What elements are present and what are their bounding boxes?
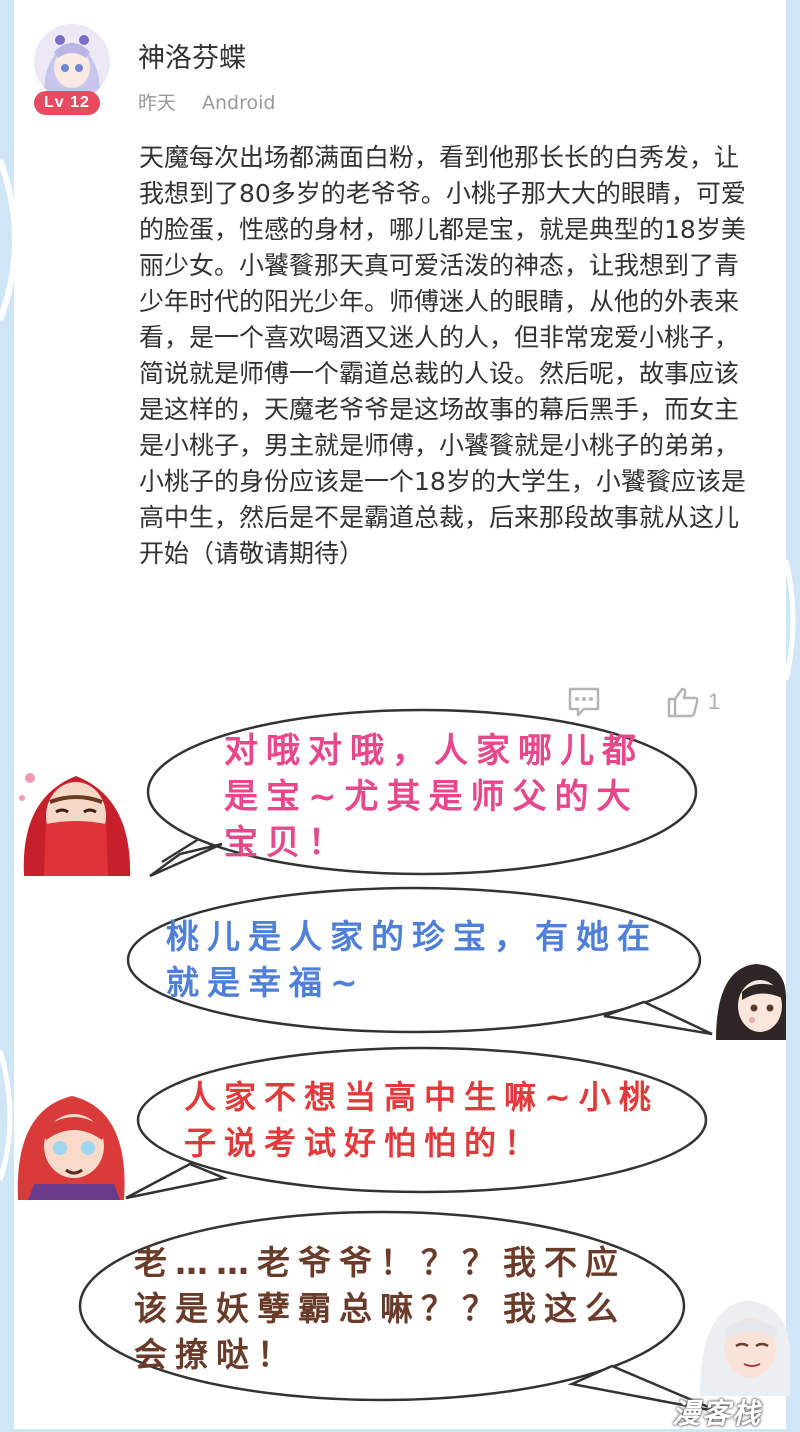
character-white-haired-man (700, 1296, 790, 1396)
post-content: 天魔每次出场都满面白粉，看到他那长长的白秀发，让我想到了80多岁的老爷爷。小桃子… (139, 143, 746, 568)
level-badge: Lv 12 (34, 91, 100, 115)
speech-bubble-1: 对哦对哦，人家哪儿都是宝~尤其是师父的大宝贝！ (140, 704, 700, 880)
bubble-text-4: 老……老爷爷！？？我不应该是妖孽霸总嘛？？我这么会撩哒！ (134, 1243, 626, 1374)
watermark-logo: 漫客栈 (672, 1397, 763, 1430)
speech-bubble-3: 人家不想当高中生嘛~小桃子说考试好怕怕的！ (120, 1044, 710, 1200)
username[interactable]: 神洛芬蝶 (138, 36, 246, 75)
character-dark-haired-girl (716, 958, 786, 1040)
post-meta: 昨天 Android (138, 88, 275, 115)
character-red-veiled-bride (16, 758, 138, 876)
like-count: 1 (708, 689, 721, 714)
post-time: 昨天 (138, 92, 177, 114)
user-avatar[interactable] (34, 24, 110, 100)
speech-bubble-4: 老……老爷爷！？？我不应该是妖孽霸总嘛？？我这么会撩哒！ (72, 1206, 722, 1416)
bubble-text-2: 桃儿是人家的珍宝，有她在就是幸福~ (166, 917, 658, 1002)
post-device: Android (202, 92, 276, 114)
character-red-haired-boy (14, 1090, 130, 1200)
speech-bubble-2: 桃儿是人家的珍宝，有她在就是幸福~ (124, 884, 714, 1040)
bubble-text-3: 人家不想当高中生嘛~小桃子说考试好怕怕的！ (184, 1078, 659, 1162)
bubble-text-1: 对哦对哦，人家哪儿都是宝~尤其是师父的大宝贝！ (224, 731, 644, 863)
